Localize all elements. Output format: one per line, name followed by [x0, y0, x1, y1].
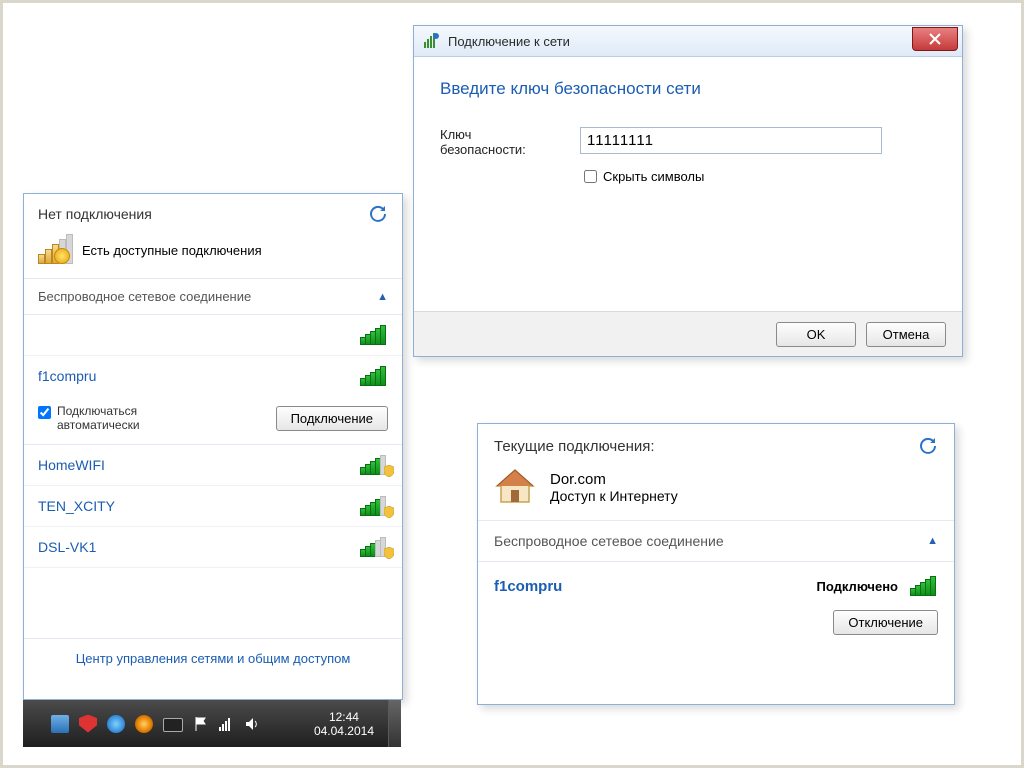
connected-status-label: Подключено	[817, 579, 898, 594]
hide-chars-label: Скрыть символы	[603, 169, 704, 184]
refresh-icon[interactable]	[368, 204, 388, 224]
network-name: HomeWIFI	[38, 457, 105, 473]
tray-security-icon[interactable]	[79, 715, 97, 733]
cancel-button[interactable]: Отмена	[866, 322, 946, 347]
network-center-link[interactable]: Центр управления сетями и общим доступом	[24, 639, 402, 678]
clock-time: 12:44	[314, 710, 374, 724]
wifi-signal-icon	[360, 455, 388, 475]
wireless-section-label: Беспроводное сетевое соединение	[494, 533, 724, 549]
tray-icon[interactable]	[107, 715, 125, 733]
security-key-input[interactable]	[580, 127, 882, 154]
home-network-icon	[494, 468, 536, 506]
shield-icon	[384, 465, 394, 477]
network-item[interactable]: DSL-VK1	[24, 527, 402, 568]
wifi-signal-icon	[360, 366, 388, 386]
shield-icon	[384, 506, 394, 518]
tray-icon[interactable]	[135, 715, 153, 733]
wifi-signal-icon	[360, 496, 388, 516]
auto-connect-checkbox[interactable]: Подключаться автоматически	[38, 404, 217, 432]
wifi-signal-icon	[910, 576, 938, 596]
current-network-name: Dor.com	[550, 471, 678, 488]
network-name: f1compru	[38, 368, 96, 384]
no-connection-title: Нет подключения	[38, 206, 152, 222]
shield-icon	[384, 547, 394, 559]
hide-chars-checkbox[interactable]: Скрыть символы	[580, 167, 936, 186]
dialog-title: Подключение к сети	[448, 34, 570, 49]
refresh-icon[interactable]	[918, 436, 938, 456]
network-item-selected[interactable]: f1compru	[24, 356, 402, 396]
key-label: Ключ безопасности:	[440, 127, 580, 157]
tray-volume-icon[interactable]	[245, 717, 259, 731]
wifi-signal-icon	[360, 325, 388, 345]
network-item[interactable]: TEN_XCITY	[24, 486, 402, 527]
clock-date: 04.04.2014	[314, 724, 374, 738]
chevron-up-icon: ▲	[927, 535, 938, 547]
show-desktop-button[interactable]	[388, 700, 401, 747]
close-icon	[929, 33, 941, 45]
auto-connect-label: Подключаться автоматически	[57, 404, 217, 432]
network-name: TEN_XCITY	[38, 498, 115, 514]
ok-button[interactable]: OK	[776, 322, 856, 347]
dialog-heading: Введите ключ безопасности сети	[440, 79, 936, 99]
network-item[interactable]	[24, 315, 402, 356]
network-connect-icon	[422, 32, 440, 50]
signal-available-icon	[38, 236, 72, 264]
wireless-section-header[interactable]: Беспроводное сетевое соединение ▲	[24, 279, 402, 315]
current-connections-popup: Текущие подключения: Dor.com Доступ к Ин…	[477, 423, 955, 705]
wireless-section-label: Беспроводное сетевое соединение	[38, 289, 251, 304]
network-list-popup: Нет подключения Есть доступные подключен…	[23, 193, 403, 700]
current-connections-title: Текущие подключения:	[494, 438, 655, 455]
wifi-signal-icon	[360, 537, 388, 557]
tray-power-icon[interactable]	[163, 718, 183, 732]
taskbar: 12:44 04.04.2014	[23, 700, 401, 747]
connect-dialog: Подключение к сети Введите ключ безопасн…	[413, 25, 963, 357]
connected-network-name: f1compru	[494, 578, 562, 595]
tray-network-icon[interactable]	[219, 717, 235, 731]
taskbar-clock[interactable]: 12:44 04.04.2014	[314, 710, 374, 738]
network-item[interactable]: HomeWIFI	[24, 445, 402, 486]
chevron-up-icon: ▲	[377, 291, 388, 303]
tray-action-center-icon[interactable]	[193, 716, 209, 732]
wireless-section-header[interactable]: Беспроводное сетевое соединение ▲	[478, 521, 954, 562]
connected-network-row[interactable]: f1compru Подключено	[478, 562, 954, 602]
close-button[interactable]	[912, 27, 958, 51]
internet-access-label: Доступ к Интернету	[550, 488, 678, 504]
disconnect-button[interactable]: Отключение	[833, 610, 938, 635]
network-name: DSL-VK1	[38, 539, 96, 555]
available-connections-label: Есть доступные подключения	[82, 243, 262, 258]
tray-icon[interactable]	[51, 715, 69, 733]
dialog-titlebar[interactable]: Подключение к сети	[414, 26, 962, 57]
connect-button[interactable]: Подключение	[276, 406, 388, 431]
